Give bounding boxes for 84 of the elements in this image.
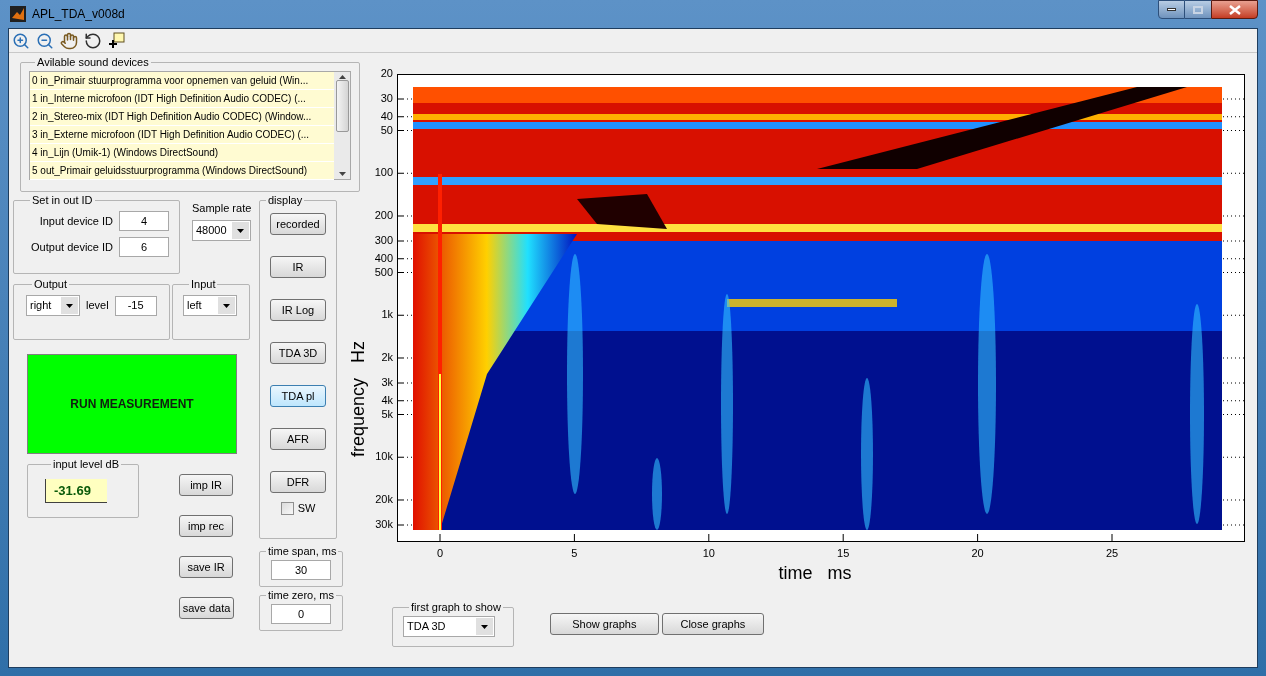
device-list-item[interactable]: 2 in_Stereo-mix (IDT High Definition Audio CODEC) (Window... [30,108,334,126]
x-axis-label: time ms [778,563,852,583]
device-list-item[interactable]: 0 in_Primair stuurprogramma voor opnemen van geluid (Win... [30,72,334,90]
button[interactable]: save data [179,597,235,619]
x-tick-label: 0 [436,547,444,560]
close-button[interactable] [1211,0,1258,19]
button[interactable]: DFR [270,471,326,493]
zoom-out-icon[interactable] [36,31,54,50]
button[interactable]: save IR [179,556,234,578]
input-field[interactable]: 6 [119,237,169,257]
y-tick-label: 200 [374,209,393,222]
input-field[interactable]: 30 [271,560,331,580]
y-tick-label: 20 [380,67,393,80]
button[interactable]: imp rec [179,515,234,537]
zoom-in-icon[interactable] [12,31,30,50]
y-axis-label: frequency Hz [348,340,368,458]
button[interactable]: IR Log [270,299,326,321]
y-tick-label: 100 [374,166,393,180]
button[interactable]: Show graphs [549,613,659,635]
group-label: display [267,194,304,207]
input-field[interactable]: -15 [114,295,157,316]
group-label: Set in out ID [31,194,94,207]
dropdown[interactable]: TDA 3D [403,616,495,637]
data-cursor-icon[interactable] [108,31,126,50]
rotate-icon[interactable] [84,31,102,50]
y-tick-label: 20k [375,493,393,506]
scrollbar[interactable] [334,72,350,179]
field-label: Input device ID [39,213,113,229]
group-label: input level dB [52,458,121,471]
dropdown[interactable]: right [26,295,80,316]
y-tick-label: 2k [381,351,393,364]
pan-hand-icon[interactable] [60,31,78,50]
close-icon [1228,4,1241,15]
window-title: APL_TDA_v008d [32,6,125,23]
dropdown[interactable]: 48000 [192,219,251,241]
group-label: time span, ms [267,545,338,558]
app-logo-icon [10,6,26,22]
y-tick-label: 5k [381,407,393,421]
field-label: level [86,298,109,314]
run-measurement-button[interactable]: RUN MEASUREMENT [27,354,237,454]
dropdown[interactable]: left [183,295,237,316]
y-tick-label: 3k [381,376,393,389]
device-list-item[interactable]: 3 in_Externe microfoon (IDT High Definition Audio CODEC) (... [30,126,334,144]
heatmap-streak [652,458,662,530]
device-list-item[interactable]: 1 in_Interne microfoon (IDT High Definition Audio CODEC) (... [30,90,334,108]
x-tick-label: 25 [1105,547,1119,560]
field-label: Sample rate [192,201,252,216]
button[interactable]: Close graphs [661,613,764,635]
device-list-item[interactable]: 5 out_Primair geluidsstuurprogramma (Windows DirectSound) [30,162,334,180]
y-tick-label: 30k [375,518,393,531]
x-tick-label: 5 [571,547,578,560]
input-field[interactable]: 0 [271,604,331,624]
y-tick-label: 400 [374,251,393,265]
scroll-down-icon[interactable] [338,172,346,176]
x-tick-label: 20 [971,547,984,560]
y-tick-label: 1k [381,308,393,322]
y-tick-label: 10k [375,450,393,464]
x-tick-label: 15 [837,547,850,560]
y-tick-label: 30 [380,92,393,105]
field-label: Output device ID [31,239,113,255]
button[interactable]: AFR [270,428,326,450]
group-label: first graph to show [410,601,502,614]
group-label: time zero, ms [267,589,335,602]
button[interactable]: TDA 3D [270,342,326,364]
minimize-button[interactable] [1158,0,1185,19]
y-tick-label: 300 [374,234,393,247]
button[interactable]: recorded [270,213,326,235]
group-label: Input [190,278,217,291]
group-label: Avilable sound devices [36,56,150,69]
group-label: Output [33,278,69,291]
x-tick-label: 10 [702,547,715,560]
button[interactable]: imp IR [179,474,234,496]
checkbox[interactable] [280,501,294,515]
input-level-readout: -31.69 [45,479,107,503]
y-tick-label: 500 [374,265,393,279]
maximize-button[interactable] [1185,0,1211,19]
y-tick-label: 40 [380,109,393,123]
input-field[interactable]: 4 [119,211,169,231]
button[interactable]: TDA pl [270,385,326,407]
y-tick-label: 4k [381,393,393,407]
button[interactable]: IR [270,256,326,278]
y-tick-label: 50 [380,123,393,137]
device-list-item[interactable]: 4 in_Lijn (Umik-1) (Windows DirectSound) [30,144,334,162]
checkbox-label: SW [297,501,316,516]
